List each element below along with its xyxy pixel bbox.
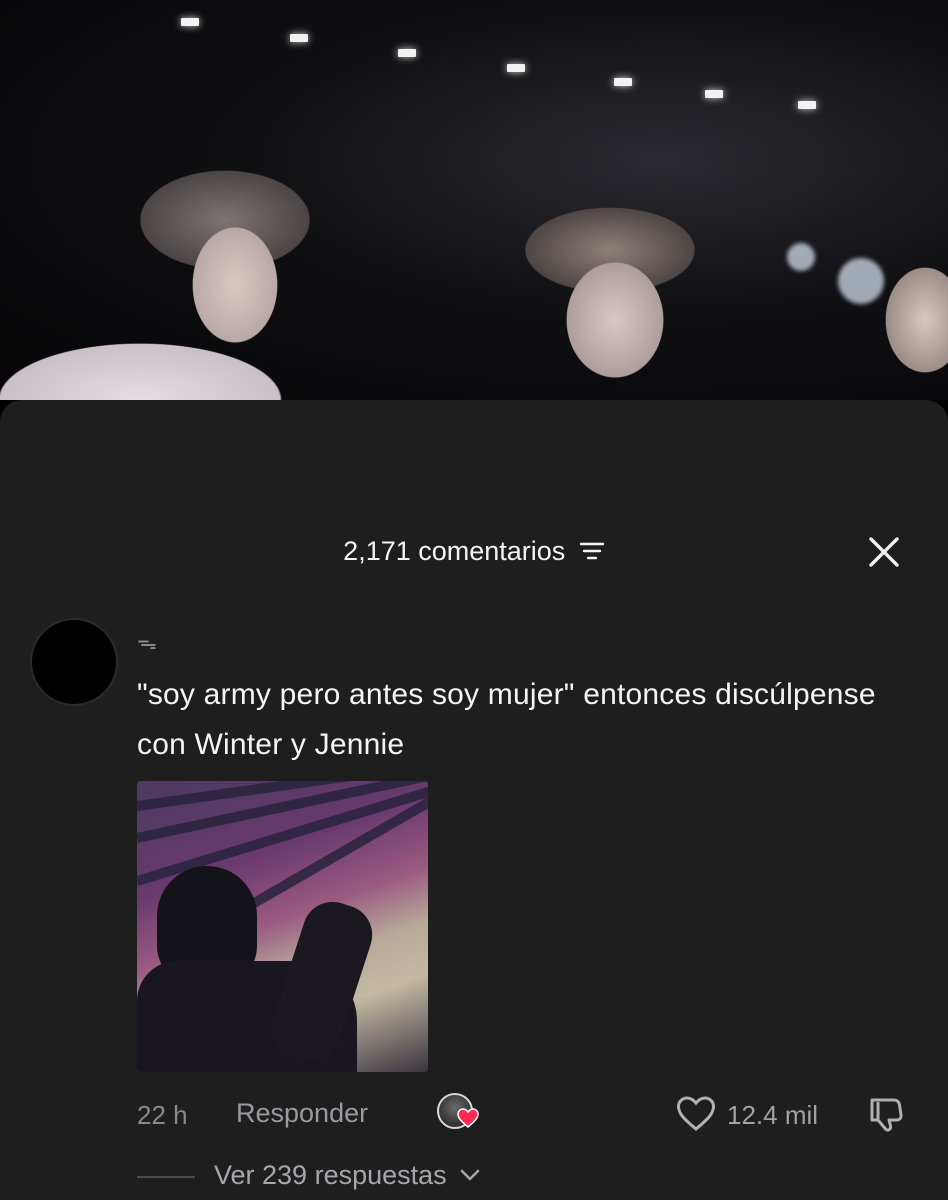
close-x-icon <box>869 537 899 567</box>
sort-lines-icon[interactable] <box>579 541 605 561</box>
stage-light <box>614 78 632 86</box>
performer-edge <box>865 240 948 400</box>
comments-count: 2,171 comentarios <box>343 536 566 566</box>
replies-row: Ver 239 respuestas <box>0 1152 948 1196</box>
comment-actions: 22 h Responder 12.4 mil <box>0 1090 948 1140</box>
stage-light <box>181 18 199 26</box>
stage-light <box>705 90 723 98</box>
commenter-username[interactable]: ᯓ <box>137 628 157 655</box>
stage-light <box>398 49 416 57</box>
thumbs-down-icon[interactable] <box>866 1094 906 1134</box>
performer-right <box>490 190 790 400</box>
commenter-avatar[interactable] <box>30 618 118 706</box>
heart-outline-icon[interactable] <box>676 1096 716 1132</box>
comments-count-wrap[interactable]: 2,171 comentarios <box>0 536 948 567</box>
performer-left <box>0 70 360 400</box>
stage-light <box>507 64 525 72</box>
stage-light <box>798 101 816 109</box>
comments-sheet: 2,171 comentarios ᯓ "soy army pero antes… <box>0 400 948 1200</box>
reply-button[interactable]: Responder <box>236 1098 368 1129</box>
comment-image-attachment[interactable] <box>137 781 428 1072</box>
creator-liked-badge <box>437 1090 485 1134</box>
replies-divider <box>137 1176 195 1178</box>
view-replies-label: Ver 239 respuestas <box>214 1160 447 1190</box>
chevron-down-icon <box>460 1169 480 1181</box>
stage-light <box>290 34 308 42</box>
comment-text: "soy army pero antes soy mujer" entonces… <box>137 678 876 761</box>
heart-filled-icon <box>457 1108 479 1128</box>
close-button[interactable] <box>862 530 906 574</box>
light-bokeh <box>787 243 815 271</box>
comment-timestamp: 22 h <box>137 1100 188 1130</box>
view-replies-button[interactable]: Ver 239 respuestas <box>214 1160 480 1191</box>
comments-header: 2,171 comentarios <box>0 528 948 578</box>
video-background[interactable] <box>0 0 948 400</box>
like-count: 12.4 mil <box>727 1100 819 1130</box>
